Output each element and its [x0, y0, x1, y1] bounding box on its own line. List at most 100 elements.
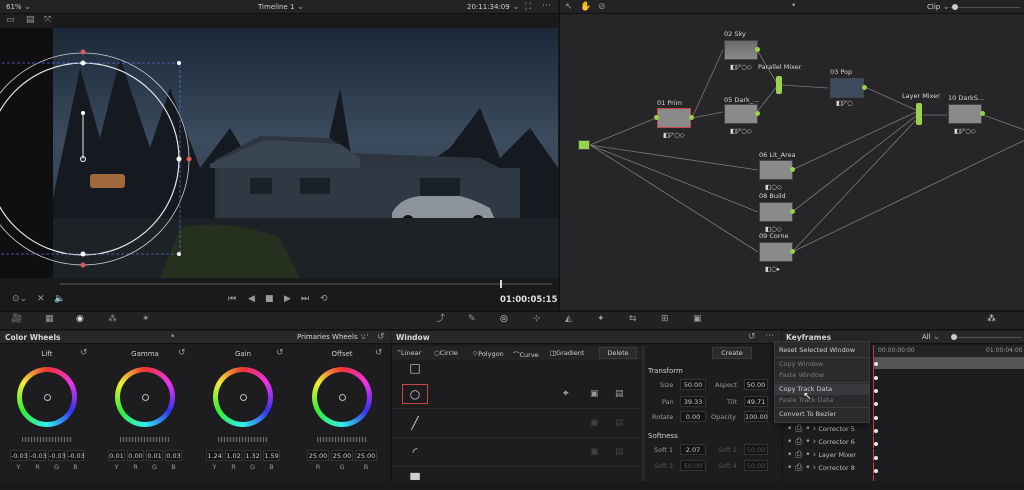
mask-icon[interactable]: ▤ [615, 419, 624, 428]
wheel-gain-master-slider[interactable] [218, 437, 268, 442]
keyframe-row-corrector-5[interactable]: • ⎙ • › Corrector 5 [782, 423, 1024, 436]
window-square-shape[interactable]: □ [402, 358, 428, 378]
window-linear-shape[interactable]: ╱ [402, 413, 428, 433]
node-output-dot[interactable] [755, 47, 760, 52]
opacity-field[interactable]: 100.00 [744, 411, 768, 422]
keyframe-dot[interactable] [874, 389, 878, 393]
wheel-lift-handle[interactable] [44, 394, 51, 401]
menu-paste-window[interactable]: Paste Window [775, 370, 869, 381]
node-10[interactable] [948, 104, 982, 124]
keyframe-row-layer-mixer[interactable]: • ⎙ • › Layer Mixer [782, 449, 1024, 462]
menu-reset-selected-window[interactable]: Reset Selected Window [775, 344, 869, 356]
wipe-icon[interactable]: ⤧ [44, 16, 51, 25]
wheel-lift-value[interactable]: -0.03 [48, 450, 66, 461]
node-input-dot[interactable] [654, 115, 659, 120]
more-options-icon[interactable]: ⋯ [542, 2, 551, 11]
size-field[interactable]: 50.00 [680, 379, 706, 390]
3d-icon[interactable]: ▣ [693, 315, 702, 324]
menu-convert-to-bezier[interactable]: Convert To Bezier [775, 409, 869, 420]
wheel-gain-handle[interactable] [240, 394, 247, 401]
more-options-icon[interactable]: ⋯ [360, 332, 369, 341]
curves-icon[interactable]: ⤴ [436, 315, 445, 324]
more-options-icon[interactable]: ⋯ [765, 332, 774, 341]
wheel-gamma-handle[interactable] [142, 394, 149, 401]
keyframes-zoom-handle[interactable] [951, 334, 957, 340]
rgb-mixer-icon[interactable]: ⁂ [108, 315, 117, 324]
window-palette-icon[interactable]: ◎ [500, 315, 508, 324]
create-button[interactable]: Create [712, 347, 752, 359]
play-icon[interactable]: ▶ [284, 295, 291, 304]
soft2-field[interactable]: 50.00 [744, 444, 768, 455]
keyframes-palette-icon[interactable]: ⁂ [987, 315, 996, 324]
viewer-overlay-mode-icon[interactable]: ⊙⌄ [12, 295, 27, 304]
menu-paste-track-data[interactable]: Paste Track Data [775, 395, 869, 406]
node-05[interactable] [724, 104, 758, 124]
tool-linear[interactable]: ⌜Linear [398, 349, 421, 357]
close-icon[interactable]: ✕ [37, 295, 45, 304]
wheel-offset-value[interactable]: 25.00 [355, 450, 377, 461]
tool-curve[interactable]: ⌒Curve [513, 349, 539, 359]
tilt-field[interactable]: 49.71 [744, 396, 768, 407]
menu-copy-track-data[interactable]: Copy Track Data [775, 384, 869, 395]
chevron-right-icon[interactable]: › [813, 425, 817, 434]
wheel-gain-value[interactable]: 1.59 [263, 450, 280, 461]
soft3-field[interactable]: 50.00 [680, 460, 706, 471]
wheel-offset-handle[interactable] [339, 394, 346, 401]
lock-icon[interactable]: • ⎙ • [787, 464, 811, 473]
skip-back-icon[interactable]: ⏮ [228, 295, 236, 304]
window-circle-shape[interactable]: ○ [402, 384, 428, 404]
wheel-lift-value[interactable]: -0.03 [67, 450, 85, 461]
chevron-right-icon[interactable]: › [813, 438, 817, 447]
wheel-offset-value[interactable]: 25.00 [331, 450, 353, 461]
playhead-marker[interactable] [500, 280, 502, 288]
keyframe-dot[interactable] [874, 362, 878, 366]
keyframe-row-corrector-6[interactable]: • ⎙ • › Corrector 6 [782, 436, 1024, 449]
node-output-dot[interactable] [862, 85, 867, 90]
delete-button[interactable]: Delete [599, 347, 637, 359]
tracker-target-icon[interactable]: ⌖ [563, 389, 569, 399]
loop-icon[interactable]: ⟲ [320, 295, 328, 304]
keyframes-zoom-slider[interactable] [952, 337, 1022, 338]
power-window-overlay[interactable] [0, 28, 558, 278]
wheel-gain-value[interactable]: 1.02 [225, 450, 242, 461]
stop-icon[interactable]: ■ [265, 295, 274, 304]
play-reverse-icon[interactable]: ◀ [248, 295, 255, 304]
fullscreen-icon[interactable]: ⛶ [525, 3, 531, 12]
source-node[interactable] [578, 140, 590, 150]
speaker-icon[interactable]: 🔈 [54, 295, 65, 304]
node-01[interactable] [657, 108, 691, 128]
tracker-icon[interactable]: ⊹ [533, 315, 541, 324]
sizing-icon[interactable]: ⊞ [661, 315, 669, 324]
wheel-gamma-master-slider[interactable] [120, 437, 170, 442]
keyframe-dot[interactable] [874, 402, 878, 406]
wheel-gamma-value[interactable]: 0.00 [127, 450, 144, 461]
tool-circle[interactable]: ○Circle [434, 349, 458, 357]
viewer-canvas[interactable] [0, 28, 558, 278]
split-view-icon[interactable]: ▤ [26, 16, 35, 25]
tool-gradient[interactable]: ◫Gradient [550, 349, 584, 357]
menu-copy-window[interactable]: Copy Window [775, 359, 869, 370]
node-09[interactable] [759, 242, 793, 262]
node-output-dot[interactable] [980, 111, 985, 116]
mask-icon[interactable]: ▤ [615, 448, 624, 457]
reset-icon[interactable]: ↺ [178, 349, 186, 358]
page-dot-icon[interactable]: • [170, 333, 175, 342]
single-view-icon[interactable]: ▭ [6, 16, 15, 25]
reset-icon[interactable]: ↺ [276, 349, 284, 358]
viewer-scrubber[interactable] [60, 283, 552, 285]
invert-icon[interactable]: ▣ [590, 419, 599, 428]
lock-icon[interactable]: • ⎙ • [787, 438, 811, 447]
chevron-right-icon[interactable]: › [813, 451, 817, 460]
node-output-dot[interactable] [790, 249, 795, 254]
wheel-lift-master-slider[interactable] [22, 437, 72, 442]
node-03[interactable] [830, 78, 864, 98]
node-02[interactable] [724, 40, 758, 60]
wheel-lift-value[interactable]: -0.03 [10, 450, 28, 461]
keyframe-row-corrector-8[interactable]: • ⎙ • › Corrector 8 [782, 462, 1024, 475]
key-icon[interactable]: ⇆ [629, 315, 637, 324]
color-wheels-icon[interactable]: ◉ [76, 315, 84, 324]
window-curve-shape[interactable]: ◜ [402, 442, 428, 462]
node-output-dot[interactable] [790, 209, 795, 214]
node-output-dot[interactable] [790, 167, 795, 172]
tool-polygon[interactable]: ⌔Polygon [472, 349, 504, 358]
